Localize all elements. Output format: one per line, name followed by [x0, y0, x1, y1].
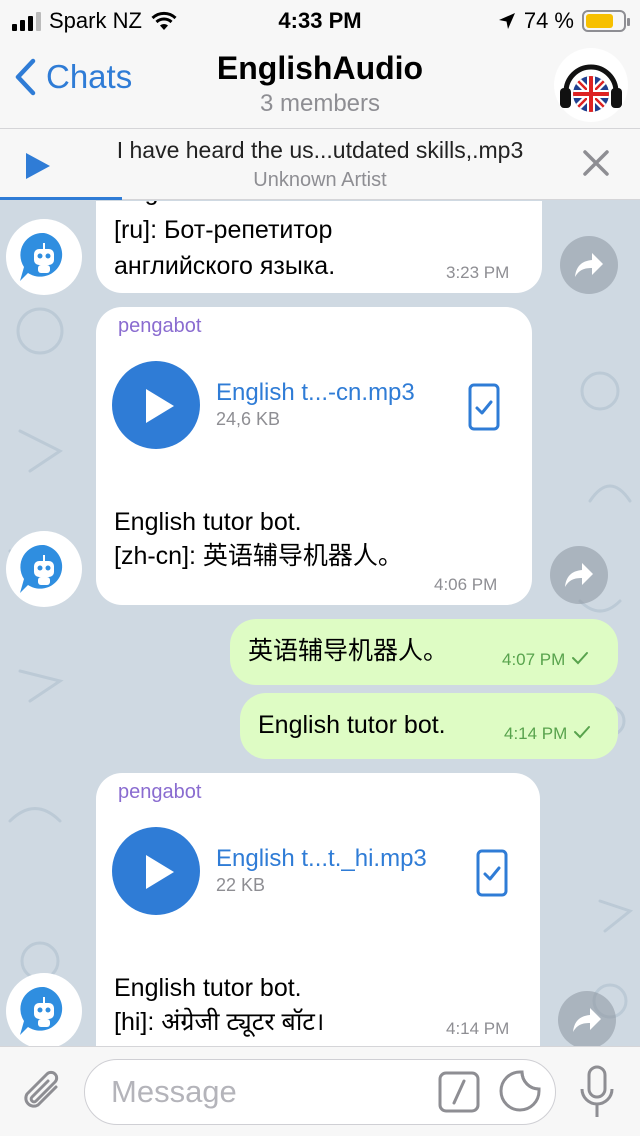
play-icon[interactable] [24, 151, 52, 181]
share-icon [565, 563, 593, 587]
bot-avatar[interactable] [6, 973, 82, 1046]
player-track-title[interactable]: I have heard the us...utdated skills,.mp… [80, 137, 560, 164]
audio-play-button[interactable] [112, 827, 200, 915]
sent-check-icon [572, 652, 589, 665]
play-icon [146, 855, 174, 889]
message-text: English tutor bot. [258, 711, 446, 739]
chat-area: English tutor bot. [ru]: Бот-репетитор а… [0, 201, 640, 1046]
uk-headphones-avatar-icon [560, 64, 622, 112]
message-text-line: [hi]: अंग्रेजी ट्यूटर बॉट। [114, 1008, 325, 1036]
message-time: 4:07 PM [502, 650, 589, 670]
bot-avatar-icon [20, 232, 63, 281]
message-text-line: English tutor bot. [114, 974, 302, 1002]
message-text-line: [zh-cn]: 英语辅导机器人。 [114, 542, 403, 570]
message-time: 3:23 PM [446, 263, 510, 282]
microphone-icon[interactable] [578, 1065, 616, 1119]
share-icon [573, 1008, 601, 1032]
share-button[interactable] [550, 546, 608, 604]
sender-name[interactable]: pengabot [118, 781, 201, 804]
share-button[interactable] [558, 991, 616, 1046]
paperclip-icon[interactable] [20, 1067, 66, 1117]
message-text-line: English tutor bot. [114, 508, 302, 536]
audio-file-name[interactable]: English t...-cn.mp3 [216, 379, 415, 407]
audio-file-size: 22 KB [216, 875, 266, 895]
battery-icon [582, 10, 630, 32]
bot-avatar[interactable] [6, 219, 82, 295]
audio-file-name[interactable]: English t...t._hi.mp3 [216, 845, 427, 873]
message-text-line: [ru]: Бот-репетитор [114, 216, 333, 244]
save-to-files-icon[interactable] [468, 383, 500, 431]
message-time: 4:14 PM [504, 724, 591, 744]
location-arrow-icon [498, 13, 515, 29]
bot-command-icon[interactable] [438, 1071, 480, 1113]
audio-player-bar: I have heard the us...utdated skills,.mp… [0, 128, 640, 200]
message-input-bar [0, 1046, 640, 1136]
message-bubble-incoming-audio[interactable]: pengabot English t...-cn.mp3 24,6 KB Eng… [96, 307, 532, 605]
audio-play-button[interactable] [112, 361, 200, 449]
player-progress-bar [0, 197, 122, 200]
message-bubble-outgoing[interactable]: 英语辅导机器人。 4:07 PM [230, 619, 618, 685]
message-time-label: 4:07 PM [502, 650, 566, 669]
nav-bar: Chats EnglishAudio 3 members [0, 40, 640, 128]
sender-name[interactable]: pengabot [118, 315, 201, 338]
save-to-files-icon[interactable] [476, 849, 508, 897]
play-icon [146, 389, 174, 423]
audio-file-size: 24,6 KB [216, 409, 281, 429]
bot-avatar[interactable] [6, 531, 82, 607]
message-time: 4:06 PM [434, 575, 498, 594]
message-bubble-incoming[interactable]: English tutor bot. [ru]: Бот-репетитор а… [96, 201, 542, 293]
player-artist: Unknown Artist [253, 169, 387, 191]
message-time: 4:14 PM [446, 1019, 510, 1038]
message-bubble-incoming-audio[interactable]: pengabot English t...t._hi.mp3 22 KB Eng… [96, 773, 540, 1046]
close-icon[interactable] [582, 149, 610, 177]
message-text: 英语辅导机器人。 [248, 637, 449, 665]
battery-percent: 74 % [523, 8, 574, 33]
message-bubble-outgoing[interactable]: English tutor bot. 4:14 PM [240, 693, 618, 759]
message-text-line: английского языка. [114, 252, 336, 280]
sent-check-icon [574, 726, 591, 739]
bot-avatar-icon [20, 986, 63, 1035]
share-icon [575, 253, 603, 277]
group-avatar[interactable] [554, 48, 628, 122]
status-right: 74 % [498, 8, 630, 34]
battery-fill [586, 14, 613, 28]
bot-avatar-icon [20, 544, 63, 593]
status-bar: Spark NZ 4:33 PM 74 % [0, 0, 640, 40]
message-time-label: 4:14 PM [504, 724, 568, 743]
share-button[interactable] [560, 236, 618, 294]
message-text-line: English tutor bot. [114, 201, 302, 210]
chat-title[interactable]: EnglishAudio [0, 50, 640, 87]
message-input[interactable] [84, 1059, 556, 1125]
sticker-icon[interactable] [498, 1069, 542, 1113]
chat-subtitle: 3 members [259, 90, 381, 117]
